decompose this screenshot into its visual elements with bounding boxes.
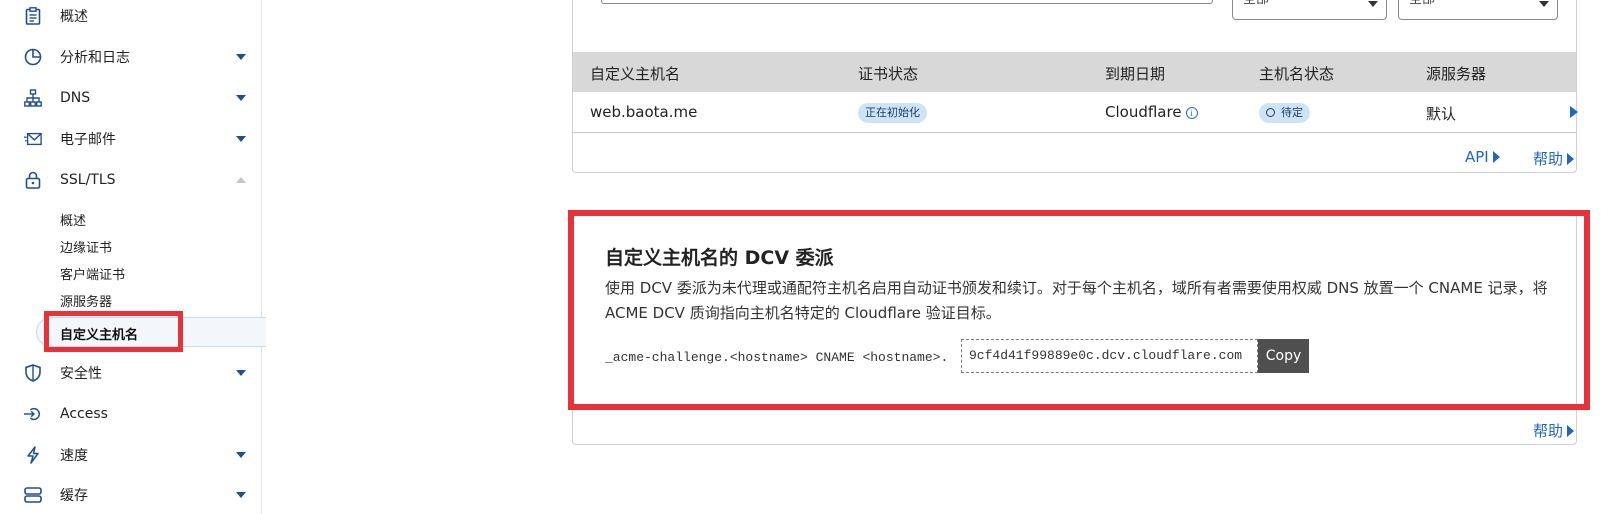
ssl-sub-item-edge-certificates[interactable]: 边缘证书 xyxy=(60,237,112,256)
caret-right-icon xyxy=(1567,153,1575,165)
api-link-label: API xyxy=(1465,148,1489,166)
api-link[interactable]: API xyxy=(1465,148,1500,166)
caret-right-icon xyxy=(1492,151,1500,163)
chevron-down-icon xyxy=(236,370,246,376)
dcv-help-link[interactable]: 帮助 xyxy=(1533,420,1575,441)
storage-icon xyxy=(24,486,42,504)
sidebar-item-label: 缓存 xyxy=(60,488,88,504)
ssl-sub-item-origin-server[interactable]: 源服务器 xyxy=(60,291,112,310)
row-divider xyxy=(573,132,1576,133)
sidebar-item-speed[interactable]: 速度 xyxy=(0,437,262,473)
dcv-record-template: _acme-challenge.<hostname> CNAME <hostna… xyxy=(605,350,949,365)
expiry-cell: Cloudflare i xyxy=(1105,103,1198,121)
lightning-icon xyxy=(24,446,42,464)
chevron-down-icon xyxy=(236,452,246,458)
sidebar-item-label: Access xyxy=(60,406,108,422)
column-header-expiry[interactable]: 到期日期 xyxy=(1105,63,1165,84)
copy-button[interactable]: Copy xyxy=(1258,339,1309,373)
column-header-cert-status[interactable]: 证书状态 xyxy=(858,63,918,84)
expand-row-arrow-icon[interactable] xyxy=(1570,106,1578,118)
sidebar-item-caching[interactable]: 缓存 xyxy=(0,477,262,513)
dcv-title: 自定义主机名的 DCV 委派 xyxy=(605,247,834,269)
help-link[interactable]: 帮助 xyxy=(1533,148,1575,169)
sidebar-item-dns[interactable]: DNS xyxy=(0,80,262,116)
sidebar-item-overview[interactable]: 概述 xyxy=(0,0,262,34)
lock-icon xyxy=(24,171,42,189)
chevron-down-icon xyxy=(236,54,246,60)
column-header-hostname-status[interactable]: 主机名状态 xyxy=(1259,63,1334,84)
network-icon xyxy=(24,89,42,107)
sidebar-item-label: 速度 xyxy=(60,448,88,464)
info-icon[interactable]: i xyxy=(1185,107,1198,119)
hostname-status-badge: 待定 xyxy=(1259,103,1310,123)
sidebar-item-access[interactable]: Access xyxy=(0,396,262,432)
hostname-cell[interactable]: web.baota.me xyxy=(590,103,697,121)
access-icon xyxy=(24,405,42,423)
help-link-label: 帮助 xyxy=(1533,150,1564,168)
origin-cell: 默认 xyxy=(1426,105,1457,123)
shield-icon xyxy=(24,364,42,382)
column-header-hostname[interactable]: 自定义主机名 xyxy=(590,63,680,84)
dcv-description: 使用 DCV 委派为未代理或通配符主机名启用自动证书颁发和续订。对于每个主机名，… xyxy=(605,279,1548,322)
chevron-down-icon xyxy=(236,95,246,101)
ssl-sub-item-overview[interactable]: 概述 xyxy=(60,210,86,229)
chevron-down-icon xyxy=(236,492,246,498)
sidebar: 概述 分析和日志 DNS 电子邮件 SSL/TLS 概述 边缘证书 客户端证书 … xyxy=(0,0,266,514)
sidebar-item-label: 电子邮件 xyxy=(60,132,116,148)
chevron-up-icon xyxy=(236,177,246,183)
caret-right-icon xyxy=(1567,425,1575,437)
expiry-value: Cloudflare xyxy=(1105,103,1182,121)
hostname-status-text: 待定 xyxy=(1281,106,1303,119)
sidebar-item-security[interactable]: 安全性 xyxy=(0,355,262,391)
dcv-target-field[interactable]: 9cf4d41f99889e0c.dcv.cloudflare.com xyxy=(961,339,1258,373)
sidebar-item-label: 概述 xyxy=(60,9,88,25)
help-link-label: 帮助 xyxy=(1533,422,1564,440)
sidebar-item-ssl-tls[interactable]: SSL/TLS xyxy=(0,162,262,198)
sidebar-item-label: DNS xyxy=(60,90,91,106)
sidebar-item-email[interactable]: 电子邮件 xyxy=(0,121,262,157)
cert-status-badge: 正在初始化 xyxy=(858,103,927,123)
sidebar-item-label: 分析和日志 xyxy=(60,50,130,66)
chevron-down-icon xyxy=(236,136,246,142)
clipboard-icon xyxy=(24,7,42,25)
sidebar-item-analytics[interactable]: 分析和日志 xyxy=(0,39,262,75)
email-icon xyxy=(24,130,42,148)
clock-icon xyxy=(1266,108,1275,117)
column-header-origin[interactable]: 源服务器 xyxy=(1426,63,1486,84)
ssl-sub-item-client-certificates[interactable]: 客户端证书 xyxy=(60,264,125,283)
highlight-box xyxy=(44,311,183,352)
sidebar-item-label: 安全性 xyxy=(60,366,102,382)
sidebar-item-label: SSL/TLS xyxy=(60,172,116,188)
pie-chart-icon xyxy=(24,48,42,66)
